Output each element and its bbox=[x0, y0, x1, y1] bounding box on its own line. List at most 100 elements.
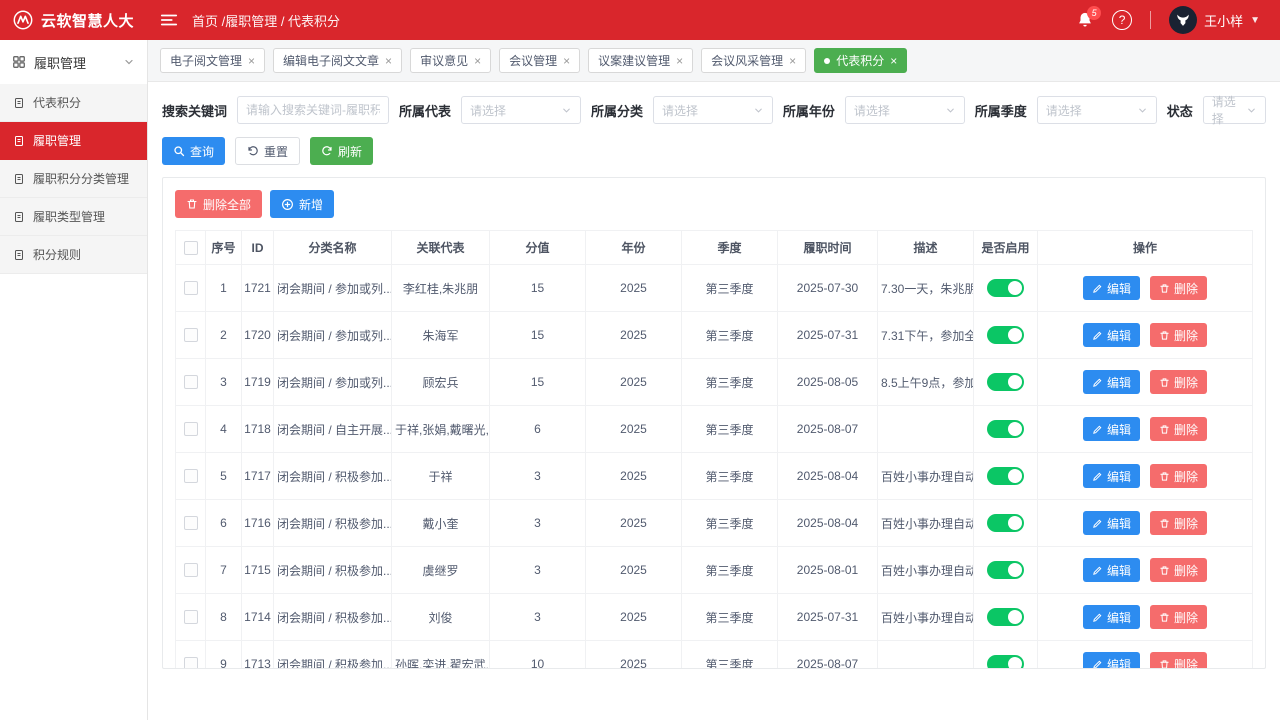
chevron-down-icon bbox=[1137, 105, 1148, 116]
close-icon[interactable]: × bbox=[385, 55, 392, 67]
cell-description: 百姓小事办理自动... bbox=[878, 453, 974, 500]
edit-button[interactable]: 编辑 bbox=[1083, 417, 1140, 441]
refresh-icon bbox=[321, 145, 333, 157]
sidebar-item[interactable]: 代表积分 bbox=[0, 84, 147, 122]
cell-description bbox=[878, 641, 974, 670]
row-checkbox[interactable] bbox=[184, 657, 198, 669]
document-icon bbox=[13, 173, 25, 185]
column-header: 年份 bbox=[586, 231, 682, 265]
delete-all-button[interactable]: 删除全部 bbox=[175, 190, 262, 218]
chevron-down-icon bbox=[753, 105, 764, 116]
enable-toggle[interactable] bbox=[987, 655, 1024, 669]
delete-button[interactable]: 删除 bbox=[1150, 370, 1207, 394]
tab-label: 电子阅文管理 bbox=[170, 52, 242, 69]
select-placeholder: 请选择 bbox=[470, 102, 506, 119]
toggle-knob bbox=[1008, 469, 1022, 483]
edit-button[interactable]: 编辑 bbox=[1083, 558, 1140, 582]
close-icon[interactable]: × bbox=[474, 55, 481, 67]
edit-button[interactable]: 编辑 bbox=[1083, 370, 1140, 394]
sidebar-item-label: 履职类型管理 bbox=[33, 208, 105, 225]
delete-button[interactable]: 删除 bbox=[1150, 605, 1207, 629]
tab[interactable]: 会议管理 × bbox=[499, 48, 580, 73]
row-checkbox[interactable] bbox=[184, 563, 198, 577]
tab[interactable]: 审议意见× bbox=[410, 48, 491, 73]
help-icon[interactable]: ? bbox=[1112, 10, 1132, 30]
close-icon[interactable]: × bbox=[248, 55, 255, 67]
edit-button[interactable]: 编辑 bbox=[1083, 464, 1140, 488]
add-button[interactable]: 新增 bbox=[270, 190, 334, 218]
close-icon[interactable]: × bbox=[676, 55, 683, 67]
edit-button[interactable]: 编辑 bbox=[1083, 511, 1140, 535]
row-checkbox[interactable] bbox=[184, 610, 198, 624]
tab-label: 会议管理 bbox=[509, 52, 557, 69]
cell-index: 8 bbox=[206, 594, 242, 641]
cell-representative: 顾宏兵 bbox=[392, 359, 490, 406]
delete-button[interactable]: 删除 bbox=[1150, 276, 1207, 300]
enable-toggle[interactable] bbox=[987, 467, 1024, 485]
query-button[interactable]: 查询 bbox=[162, 137, 225, 165]
notification-bell-icon[interactable]: 5 bbox=[1076, 11, 1094, 29]
close-icon[interactable]: × bbox=[563, 55, 570, 67]
edit-button[interactable]: 编辑 bbox=[1083, 652, 1140, 669]
cell-id: 1720 bbox=[242, 312, 274, 359]
select-quarter[interactable]: 请选择 bbox=[1037, 96, 1157, 124]
keyword-input[interactable] bbox=[237, 96, 389, 124]
enable-toggle[interactable] bbox=[987, 608, 1024, 626]
row-checkbox[interactable] bbox=[184, 375, 198, 389]
enable-toggle[interactable] bbox=[987, 326, 1024, 344]
select-category[interactable]: 请选择 bbox=[653, 96, 773, 124]
document-icon bbox=[13, 211, 25, 223]
edit-button[interactable]: 编辑 bbox=[1083, 605, 1140, 629]
select-placeholder: 请选择 bbox=[662, 102, 698, 119]
enable-toggle[interactable] bbox=[987, 420, 1024, 438]
sidebar-group-performance[interactable]: 履职管理 bbox=[0, 40, 147, 84]
filter-label: 所属分类 bbox=[591, 101, 643, 120]
enable-toggle[interactable] bbox=[987, 514, 1024, 532]
delete-button[interactable]: 删除 bbox=[1150, 323, 1207, 347]
enable-toggle[interactable] bbox=[987, 373, 1024, 391]
close-icon[interactable]: × bbox=[890, 55, 897, 67]
delete-button[interactable]: 删除 bbox=[1150, 464, 1207, 488]
user-name: 王小样 bbox=[1204, 11, 1243, 30]
trash-icon bbox=[1159, 330, 1170, 341]
row-checkbox[interactable] bbox=[184, 469, 198, 483]
tab[interactable]: 电子阅文管理 × bbox=[160, 48, 265, 73]
delete-button[interactable]: 删除 bbox=[1150, 652, 1207, 669]
select-all-checkbox[interactable] bbox=[184, 241, 198, 255]
trash-icon bbox=[1159, 424, 1170, 435]
row-checkbox[interactable] bbox=[184, 516, 198, 530]
reset-button[interactable]: 重置 bbox=[235, 137, 300, 165]
select-year[interactable]: 请选择 bbox=[845, 96, 965, 124]
edit-button[interactable]: 编辑 bbox=[1083, 323, 1140, 347]
row-checkbox[interactable] bbox=[184, 328, 198, 342]
close-icon[interactable]: × bbox=[789, 55, 796, 67]
tab[interactable]: 代表积分× bbox=[814, 48, 907, 73]
row-checkbox[interactable] bbox=[184, 422, 198, 436]
enable-toggle[interactable] bbox=[987, 561, 1024, 579]
sidebar-item[interactable]: 履职类型管理 bbox=[0, 198, 147, 236]
sidebar-item[interactable]: 积分规则 bbox=[0, 236, 147, 274]
refresh-button[interactable]: 刷新 bbox=[310, 137, 373, 165]
column-header: 是否启用 bbox=[974, 231, 1038, 265]
delete-button[interactable]: 删除 bbox=[1150, 511, 1207, 535]
tab[interactable]: 会议风采管理× bbox=[701, 48, 806, 73]
user-menu[interactable]: 王小样 ▼ bbox=[1169, 6, 1260, 34]
delete-button[interactable]: 删除 bbox=[1150, 558, 1207, 582]
select-rep[interactable]: 请选择 bbox=[461, 96, 581, 124]
sidebar-item[interactable]: 履职积分分类管理 bbox=[0, 160, 147, 198]
topbar: 云软智慧人大 首页 /履职管理 / 代表积分 5 ? 王小样 ▼ bbox=[0, 0, 1280, 40]
tab[interactable]: 议案建议管理× bbox=[588, 48, 693, 73]
delete-button[interactable]: 删除 bbox=[1150, 417, 1207, 441]
row-checkbox[interactable] bbox=[184, 281, 198, 295]
enable-toggle[interactable] bbox=[987, 279, 1024, 297]
filter-bar: 搜索关键词 所属代表请选择所属分类请选择所属年份请选择所属季度请选择状态请选择 bbox=[148, 82, 1280, 124]
select-status[interactable]: 请选择 bbox=[1203, 96, 1266, 124]
table-row: 91713闭会期间 / 积极参加...孙晖,栾进,翟宏武,...102025第三… bbox=[176, 641, 1253, 670]
menu-collapse-icon[interactable] bbox=[160, 12, 178, 28]
edit-button[interactable]: 编辑 bbox=[1083, 276, 1140, 300]
sidebar-group-label: 履职管理 bbox=[34, 53, 86, 72]
sidebar-item[interactable]: 履职管理 bbox=[0, 122, 147, 160]
app-logo-icon bbox=[12, 9, 34, 31]
column-header: 关联代表 bbox=[392, 231, 490, 265]
tab[interactable]: 编辑电子阅文文章× bbox=[273, 48, 402, 73]
